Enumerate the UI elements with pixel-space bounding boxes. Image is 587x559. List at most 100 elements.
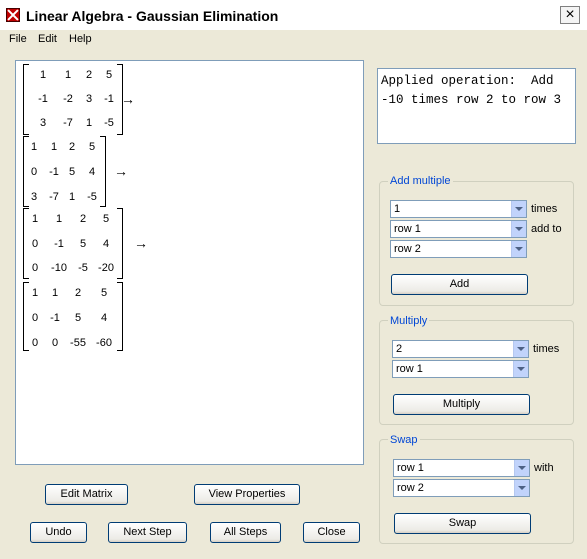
matrix-cell: 4 xyxy=(88,166,96,178)
multiply-button[interactable]: Multiply xyxy=(393,394,530,415)
matrix-cell: 4 xyxy=(102,238,110,250)
matrix-cell: 3 xyxy=(85,93,93,105)
matrix-step-2: 1 1 2 5 0 -1 5 4 3 -7 1 -5 xyxy=(23,136,106,207)
step-arrow: → xyxy=(121,90,135,107)
multiply-factor-value: 2 xyxy=(396,343,403,355)
title-bar: Linear Algebra - Gaussian Elimination × xyxy=(0,0,587,31)
operation-line-1: Applied operation: Add xyxy=(381,74,554,88)
add-source-row-value: row 1 xyxy=(394,223,421,235)
matrix-cell: 5 xyxy=(88,141,96,153)
add-factor-select[interactable]: 1 xyxy=(390,200,527,218)
matrix-step-4: 1 1 2 5 0 -1 5 4 0 0 -55 -60 xyxy=(23,282,123,351)
matrix-cell: 1 xyxy=(64,69,72,81)
applied-operation-display: Applied operation: Add -10 times row 2 t… xyxy=(377,68,576,144)
matrix-cell: -5 xyxy=(78,262,88,274)
close-button[interactable]: Close xyxy=(303,522,360,543)
window-close-button[interactable]: × xyxy=(560,6,580,24)
matrix-cell: 3 xyxy=(39,117,47,129)
matrix-cell: 0 xyxy=(31,262,39,274)
chevron-down-icon xyxy=(511,241,526,257)
matrix-cell: 0 xyxy=(31,238,39,250)
swap-button[interactable]: Swap xyxy=(394,513,531,534)
matrix-cell: -7 xyxy=(63,117,73,129)
menu-help[interactable]: Help xyxy=(69,33,92,45)
chevron-down-icon xyxy=(513,341,528,357)
matrix-cell: 0 xyxy=(31,337,39,349)
matrix-cell: -5 xyxy=(104,117,114,129)
step-arrow: → xyxy=(114,162,128,179)
matrix-cell: 5 xyxy=(102,213,110,225)
matrix-step-1: 1 1 2 5 -1 -2 3 -1 3 -7 1 -5 xyxy=(23,64,123,135)
matrix-cell: -1 xyxy=(54,238,64,250)
multiply-title: Multiply xyxy=(388,315,430,327)
matrix-cell: -1 xyxy=(104,93,114,105)
matrix-cell: 2 xyxy=(85,69,93,81)
add-times-label: times xyxy=(531,203,558,215)
matrix-cell: 0 xyxy=(31,312,39,324)
multiply-row-select[interactable]: row 1 xyxy=(392,360,529,378)
matrix-cell: 1 xyxy=(51,287,59,299)
chevron-down-icon xyxy=(514,460,529,476)
close-icon: × xyxy=(565,6,575,23)
matrix-cell: -10 xyxy=(51,262,67,274)
matrix-cell: 1 xyxy=(68,191,76,203)
next-step-button[interactable]: Next Step xyxy=(108,522,187,543)
matrix-cell: -60 xyxy=(96,337,112,349)
matrix-cell: 2 xyxy=(74,287,82,299)
matrix-cell: 1 xyxy=(55,213,63,225)
matrix-cell: -2 xyxy=(63,93,73,105)
matrix-cell: 1 xyxy=(85,117,93,129)
matrix-cell: 5 xyxy=(74,312,82,324)
matrix-cell: 0 xyxy=(51,337,59,349)
add-source-row-select[interactable]: row 1 xyxy=(390,220,527,238)
window-title: Linear Algebra - Gaussian Elimination xyxy=(26,8,279,24)
matrix-cell: 1 xyxy=(39,69,47,81)
matrix-cell: 5 xyxy=(79,238,87,250)
operation-line-2: -10 times row 2 to row 3 xyxy=(381,93,562,107)
add-target-row-value: row 2 xyxy=(394,243,421,255)
app-icon xyxy=(6,8,20,22)
view-properties-button[interactable]: View Properties xyxy=(194,484,300,505)
matrix-steps-pane[interactable]: 1 1 2 5 -1 -2 3 -1 3 -7 1 -5 → 1 1 2 5 0 -1 5 4 3 -7 1 -5 → 1 1 2 5 0-… xyxy=(15,60,364,465)
menu-file[interactable]: File xyxy=(9,33,27,45)
matrix-cell: 5 xyxy=(100,287,108,299)
matrix-cell: -20 xyxy=(98,262,114,274)
edit-matrix-button[interactable]: Edit Matrix xyxy=(45,484,128,505)
add-factor-value: 1 xyxy=(394,203,401,215)
swap-row-a-select[interactable]: row 1 xyxy=(393,459,530,477)
all-steps-button[interactable]: All Steps xyxy=(210,522,281,543)
swap-row-b-value: row 2 xyxy=(397,482,424,494)
add-button[interactable]: Add xyxy=(391,274,528,295)
menu-edit[interactable]: Edit xyxy=(38,33,57,45)
multiply-factor-select[interactable]: 2 xyxy=(392,340,529,358)
add-multiple-title: Add multiple xyxy=(388,175,453,187)
step-arrow: → xyxy=(134,234,148,251)
add-target-row-select[interactable]: row 2 xyxy=(390,240,527,258)
add-to-label: add to xyxy=(531,223,562,235)
matrix-cell: 0 xyxy=(30,166,38,178)
matrix-cell: 3 xyxy=(30,191,38,203)
matrix-cell: 2 xyxy=(79,213,87,225)
chevron-down-icon xyxy=(511,221,526,237)
swap-title: Swap xyxy=(388,434,420,446)
multiply-row-value: row 1 xyxy=(396,363,423,375)
swap-row-a-value: row 1 xyxy=(397,462,424,474)
matrix-cell: 1 xyxy=(31,213,39,225)
matrix-cell: 5 xyxy=(68,166,76,178)
chevron-down-icon xyxy=(511,201,526,217)
matrix-cell: 5 xyxy=(105,69,113,81)
menu-bar: File Edit Help xyxy=(0,30,587,49)
multiply-times-label: times xyxy=(533,343,560,355)
chevron-down-icon xyxy=(513,361,528,377)
swap-with-label: with xyxy=(534,462,554,474)
matrix-cell: 4 xyxy=(100,312,108,324)
chevron-down-icon xyxy=(514,480,529,496)
matrix-cell: -1 xyxy=(50,312,60,324)
swap-row-b-select[interactable]: row 2 xyxy=(393,479,530,497)
matrix-cell: -1 xyxy=(38,93,48,105)
matrix-cell: 1 xyxy=(30,141,38,153)
matrix-cell: 2 xyxy=(68,141,76,153)
matrix-cell: -5 xyxy=(87,191,97,203)
matrix-step-3: 1 1 2 5 0 -1 5 4 0 -10 -5 -20 xyxy=(23,208,123,279)
undo-button[interactable]: Undo xyxy=(30,522,87,543)
